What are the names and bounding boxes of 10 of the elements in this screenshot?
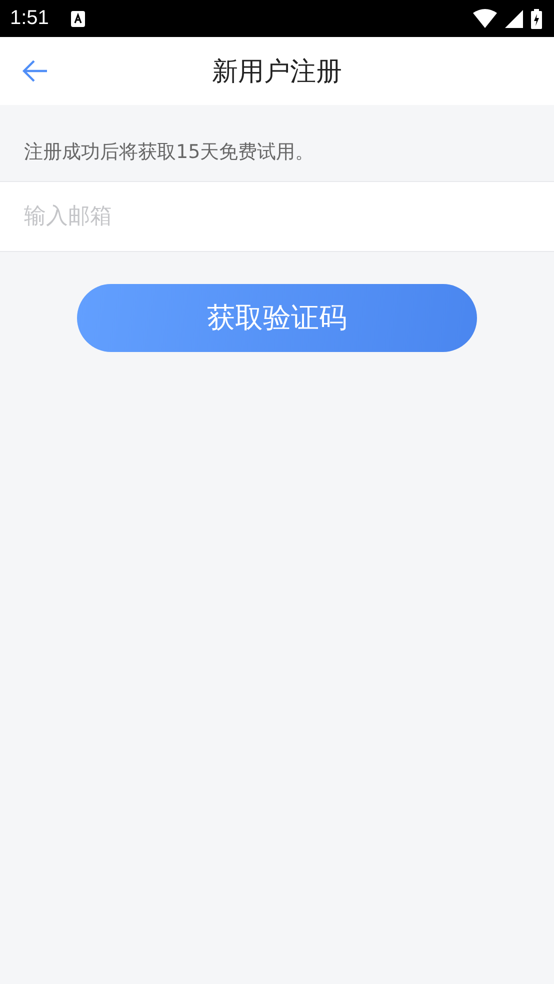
status-time: 1:51: [10, 7, 49, 30]
wifi-icon: [473, 9, 497, 28]
signal-icon: [505, 10, 523, 28]
get-code-button[interactable]: 获取验证码: [77, 284, 477, 352]
app-notification-icon: [70, 10, 85, 26]
battery-charging-icon: [531, 8, 542, 28]
email-field[interactable]: 输入邮箱: [0, 182, 554, 252]
back-button[interactable]: [22, 59, 48, 83]
page-title: 新用户注册: [212, 56, 342, 88]
back-arrow-icon: [22, 59, 48, 83]
